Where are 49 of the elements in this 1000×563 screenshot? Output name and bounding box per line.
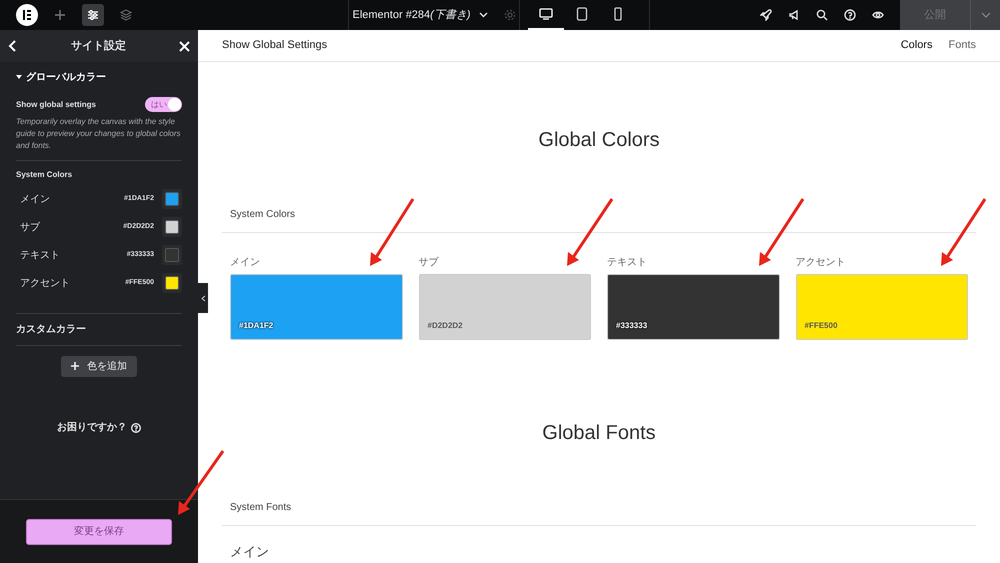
search-icon[interactable] — [816, 9, 828, 21]
nav-link[interactable]: Colors — [900, 37, 932, 54]
swatch-hex: #D2D2D2 — [428, 320, 463, 332]
canvas-header-title: Show Global Settings — [222, 38, 328, 54]
swatch-hex: #333333 — [616, 320, 648, 332]
close-icon[interactable] — [179, 40, 190, 52]
toggle-switch[interactable]: はい — [145, 97, 182, 112]
desktop-icon — [539, 7, 553, 21]
font-label: メイン — [229, 543, 270, 561]
swatch-label: アクセント — [796, 256, 846, 270]
rocket-icon[interactable] — [760, 9, 772, 21]
chevron-down-icon[interactable] — [478, 12, 488, 18]
swatch-label: メイン — [230, 256, 261, 270]
description-text: Temporarily overlay the canvas with the style guide to preview your changes to global colors and fonts. — [16, 116, 182, 152]
megaphone-icon[interactable] — [788, 9, 800, 21]
back-icon[interactable] — [8, 40, 18, 52]
document-title[interactable]: Elementor #284(下書き) — [352, 6, 470, 24]
section-heading: カスタムカラー — [16, 323, 87, 337]
add-icon[interactable] — [54, 9, 66, 21]
chevron-down-icon — [980, 12, 990, 18]
section-heading: System Colors — [16, 169, 74, 181]
color-name: メイン — [19, 192, 51, 206]
plus-icon — [71, 362, 79, 370]
nav-link[interactable]: Fonts — [948, 37, 976, 54]
section-heading: System Colors — [222, 207, 976, 233]
panel-title: サイト設定 — [71, 38, 126, 54]
layers-icon[interactable] — [120, 9, 132, 21]
section-title: Global Fonts — [542, 422, 656, 444]
help-icon[interactable] — [844, 9, 856, 21]
eye-icon[interactable] — [872, 9, 884, 21]
logo-icon[interactable] — [16, 4, 38, 26]
swatch-hex: #1DA1F2 — [239, 320, 274, 332]
swatch-hex: #FFE500 — [804, 320, 838, 332]
tablet-icon — [575, 7, 589, 21]
section-header[interactable]: グローバルカラー — [16, 70, 182, 85]
add-color-button[interactable]: 色を追加 — [61, 356, 137, 376]
section-heading: System Fonts — [222, 500, 976, 526]
swatch-label: サブ — [418, 256, 440, 270]
sliders-icon[interactable] — [82, 4, 104, 26]
help-link[interactable]: お困りですか？ — [57, 420, 127, 435]
color-name: サブ — [19, 220, 41, 234]
collapse-handle[interactable] — [198, 283, 208, 313]
color-name: テキスト — [19, 248, 61, 262]
section-title: Global Colors — [538, 129, 660, 151]
save-button[interactable]: 変更を保存 — [26, 518, 172, 544]
swatch-label: テキスト — [607, 256, 648, 270]
help-icon[interactable] — [131, 422, 141, 432]
color-name: アクセント — [19, 276, 71, 290]
toggle-label: Show global settings — [16, 98, 96, 110]
